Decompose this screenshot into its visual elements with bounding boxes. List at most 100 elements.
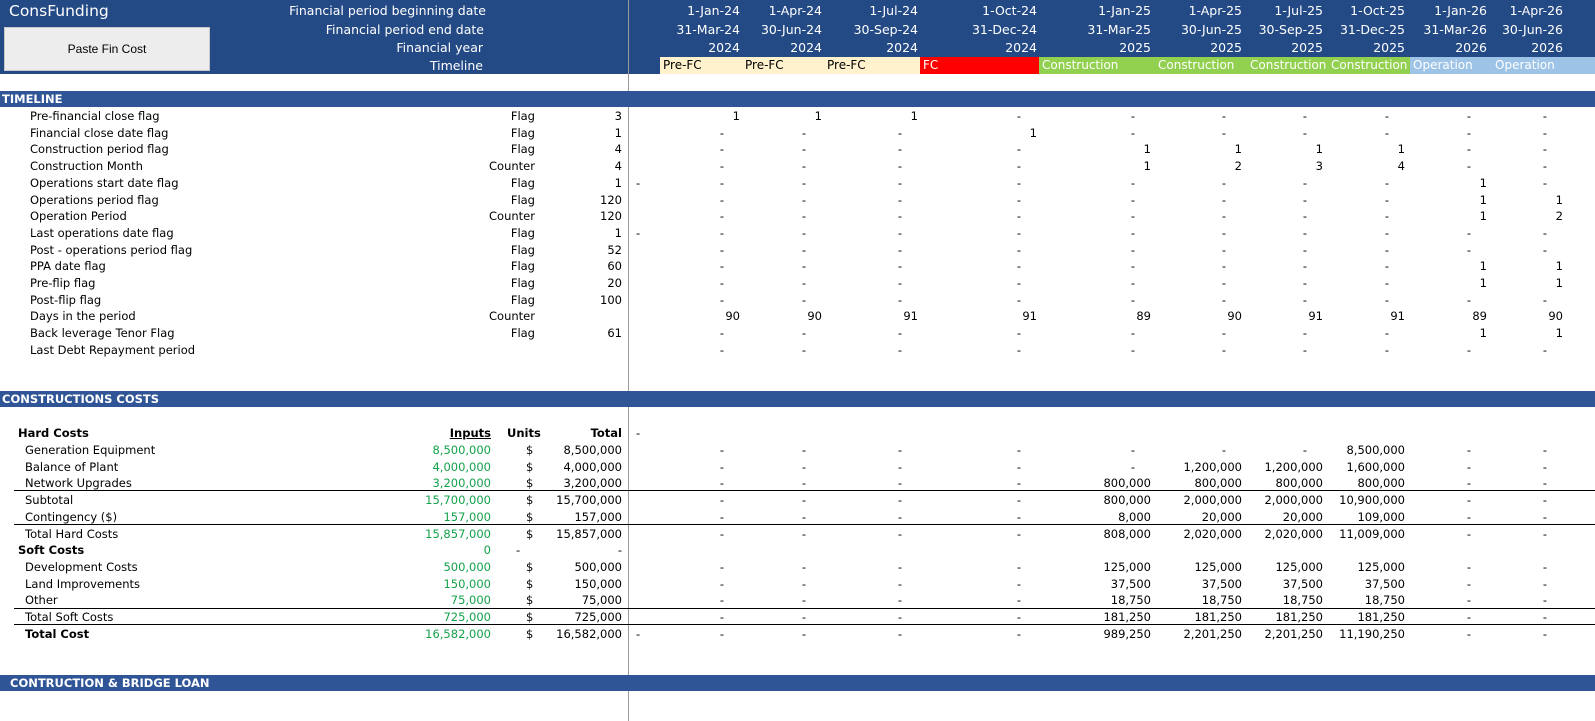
cost-row-unit: $	[526, 526, 534, 541]
timeline-row-label: Construction Month	[30, 159, 143, 174]
timeline-cell: -	[1302, 175, 1307, 190]
cost-cell: -	[897, 509, 902, 524]
timeline-cell: -	[1130, 292, 1135, 307]
cost-row-label: Total Soft Costs	[25, 610, 114, 624]
cost-cell: 109,000	[1357, 509, 1405, 524]
label-timeline: Timeline	[429, 58, 483, 73]
timeline-cell: -	[1016, 109, 1021, 123]
cost-cell: 808,000	[1103, 526, 1151, 541]
timeline-cell: 1	[910, 109, 918, 123]
cost-row-total: 8,500,000	[563, 443, 622, 457]
period-end-date: 31-Mar-26	[1423, 22, 1487, 37]
cost-row-input[interactable]: 157,000	[443, 510, 491, 524]
timeline-cell: -	[1130, 259, 1135, 274]
cost-row-input[interactable]: 725,000	[443, 610, 491, 624]
timeline-cell: -	[1221, 192, 1226, 207]
cost-row-unit: $	[526, 493, 534, 508]
timeline-cell: -	[719, 159, 724, 174]
cost-cell: -	[801, 610, 806, 624]
cost-cell: -	[719, 509, 724, 524]
subtotal-rule-periods	[628, 490, 1595, 491]
timeline-cell: -	[1384, 125, 1389, 140]
timeline-row-label: Pre-financial close flag	[30, 109, 160, 123]
cost-row-input[interactable]: 0	[484, 543, 491, 557]
cost-row-marker: -	[636, 626, 641, 641]
cost-cell: -	[801, 459, 806, 474]
timeline-phase-cell: Construction	[1155, 57, 1247, 74]
cost-cell: -	[801, 559, 806, 574]
timeline-row-label: Construction period flag	[30, 142, 169, 157]
period-year: 2024	[886, 40, 918, 55]
cost-cell: 10,900,000	[1339, 493, 1405, 508]
period-end-date: 30-Jun-26	[1501, 22, 1563, 37]
cost-cell: 2,020,000	[1183, 526, 1242, 541]
cost-row-input[interactable]: 8,500,000	[432, 443, 491, 457]
cost-row-input[interactable]: 500,000	[443, 560, 491, 574]
timeline-row-label: Last operations date flag	[30, 225, 174, 240]
cost-cell: -	[1542, 443, 1547, 457]
timeline-cell: -	[1016, 259, 1021, 274]
cost-cell: -	[897, 443, 902, 457]
timeline-row-unit: Counter	[489, 309, 535, 324]
timeline-cell: -	[1016, 326, 1021, 341]
cost-row-input[interactable]: 4,000,000	[432, 460, 491, 474]
cost-row-label: Subtotal	[25, 493, 74, 508]
cost-cell: -	[1542, 576, 1547, 591]
timeline-row-unit: Flag	[510, 242, 535, 257]
timeline-cell: -	[1542, 225, 1547, 240]
timeline-cell: -	[801, 192, 806, 207]
timeline-cell: -	[1466, 225, 1471, 240]
cost-cell: 989,250	[1103, 626, 1151, 641]
cost-cell: -	[1130, 459, 1135, 474]
cost-cell: -	[897, 476, 902, 491]
timeline-row-unit: Flag	[510, 259, 535, 274]
timeline-cell: -	[1542, 125, 1547, 140]
timeline-cell: -	[719, 125, 724, 140]
timeline-row-total: 4	[614, 142, 622, 157]
timeline-cell: -	[1221, 276, 1226, 290]
timeline-cell: -	[1384, 109, 1389, 123]
timeline-cell: 3	[1315, 159, 1323, 174]
timeline-cell: 4	[1397, 159, 1405, 174]
cost-cell: -	[1542, 476, 1547, 491]
cost-cell: 20,000	[1201, 509, 1242, 524]
timeline-row-unit: Flag	[510, 175, 535, 190]
timeline-cell: -	[1221, 292, 1226, 307]
cost-row-label: Soft Costs	[18, 543, 85, 558]
cost-row-input[interactable]: 75,000	[451, 593, 491, 607]
timeline-cell: -	[1016, 192, 1021, 207]
cost-row-input[interactable]: 16,582,000	[425, 627, 491, 641]
cost-cell: 125,000	[1275, 559, 1323, 574]
period-year: 2026	[1531, 40, 1563, 55]
cost-row-input[interactable]: 150,000	[443, 577, 491, 591]
timeline-cell: -	[719, 342, 724, 357]
timeline-cell: 1	[1479, 175, 1487, 190]
cost-cell: 8,500,000	[1346, 443, 1405, 457]
timeline-phase-cell: Construction	[1328, 57, 1410, 74]
timeline-cell: -	[897, 209, 902, 224]
cost-cell: -	[719, 626, 724, 641]
timeline-cell: -	[801, 209, 806, 224]
timeline-row-unit: Flag	[510, 192, 535, 207]
period-begin-date: 1-Jan-24	[687, 3, 740, 18]
cost-row-input[interactable]: 15,857,000	[425, 527, 491, 541]
timeline-cell: -	[1542, 175, 1547, 190]
timeline-cell: -	[1016, 342, 1021, 357]
cost-row-unit: -	[516, 543, 521, 558]
section-title-construction-costs: CONSTRUCTIONS COSTS	[2, 392, 160, 406]
cost-cell: 2,201,250	[1264, 626, 1323, 641]
cost-cell: -	[719, 610, 724, 624]
timeline-cell: 90	[1548, 309, 1563, 324]
cost-row-input[interactable]: 15,700,000	[425, 493, 491, 507]
timeline-cell: -	[1542, 142, 1547, 157]
timeline-cell: -	[1384, 259, 1389, 274]
cost-cell: -	[1016, 459, 1021, 474]
total-hard-rule-periods	[628, 524, 1595, 525]
timeline-cell: -	[1302, 125, 1307, 140]
timeline-cell: 1	[1143, 159, 1151, 174]
paste-fin-cost-button[interactable]: Paste Fin Cost	[4, 27, 210, 71]
cost-row-input[interactable]: 3,200,000	[432, 476, 491, 490]
timeline-cell: -	[897, 292, 902, 307]
timeline-cell: -	[801, 142, 806, 157]
timeline-cell: -	[1542, 242, 1547, 257]
